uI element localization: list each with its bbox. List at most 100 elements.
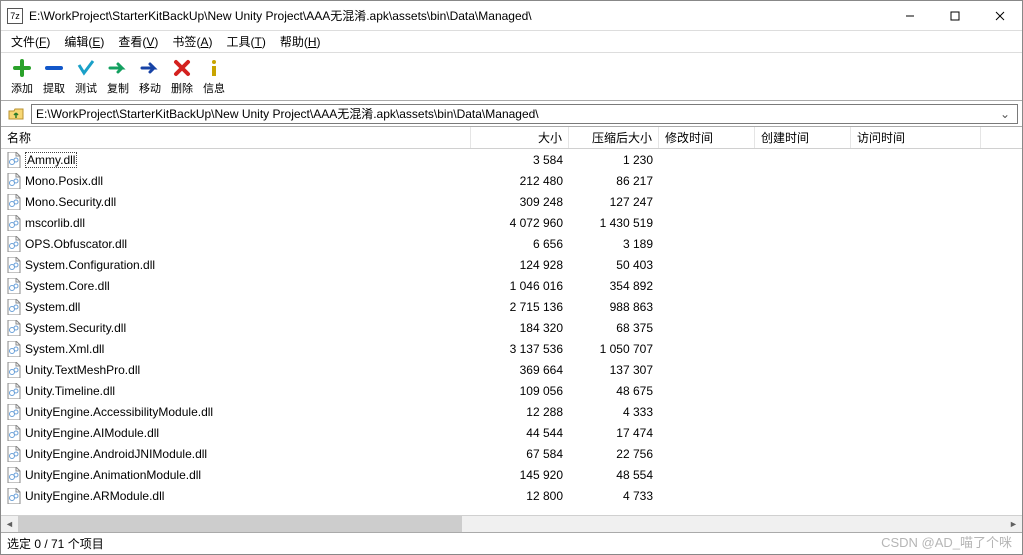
header-size[interactable]: 大小	[471, 127, 569, 148]
table-row[interactable]: Mono.Security.dll309 248127 247	[1, 191, 1022, 212]
cell-size: 2 715 136	[471, 300, 569, 314]
file-name: mscorlib.dll	[25, 216, 85, 230]
table-row[interactable]: System.dll 2 715 136988 863	[1, 296, 1022, 317]
cell-packed: 68 375	[569, 321, 659, 335]
info-button[interactable]: 信息	[201, 58, 227, 96]
table-row[interactable]: UnityEngine.ARModule.dll12 8004 733	[1, 485, 1022, 506]
cell-name: UnityEngine.AccessibilityModule.dll	[1, 404, 471, 420]
cell-packed: 86 217	[569, 174, 659, 188]
cell-name: System.Security.dll	[1, 320, 471, 336]
path-dropdown-icon[interactable]: ⌄	[997, 107, 1013, 121]
cell-name: Unity.TextMeshPro.dll	[1, 362, 471, 378]
cell-name: UnityEngine.AnimationModule.dll	[1, 467, 471, 483]
cell-name: System.Xml.dll	[1, 341, 471, 357]
copy-button[interactable]: 复制	[105, 58, 131, 96]
test-button[interactable]: 测试	[73, 58, 99, 96]
cell-name: UnityEngine.AIModule.dll	[1, 425, 471, 441]
add-button[interactable]: 添加	[9, 58, 35, 96]
menu-edit[interactable]: 编辑(E)	[58, 31, 110, 52]
move-arrow-icon	[140, 58, 160, 78]
file-name: UnityEngine.AIModule.dll	[25, 426, 159, 440]
cell-name: Unity.Timeline.dll	[1, 383, 471, 399]
window-title: E:\WorkProject\StarterKitBackUp\New Unit…	[29, 7, 887, 24]
header-created[interactable]: 创建时间	[755, 127, 851, 148]
file-name: System.Xml.dll	[25, 342, 104, 356]
delete-button[interactable]: 删除	[169, 58, 195, 96]
table-row[interactable]: Unity.Timeline.dll109 05648 675	[1, 380, 1022, 401]
delete-x-icon	[172, 58, 192, 78]
table-row[interactable]: UnityEngine.AnimationModule.dll145 92048…	[1, 464, 1022, 485]
titlebar: 7z E:\WorkProject\StarterKitBackUp\New U…	[1, 1, 1022, 31]
table-row[interactable]: System.Configuration.dll 124 92850 403	[1, 254, 1022, 275]
scroll-track[interactable]	[18, 516, 1005, 533]
cell-size: 369 664	[471, 363, 569, 377]
cell-packed: 48 554	[569, 468, 659, 482]
close-button[interactable]	[977, 1, 1022, 31]
file-name: System.Configuration.dll	[25, 258, 155, 272]
table-row[interactable]: System.Security.dll184 32068 375	[1, 317, 1022, 338]
menubar: 文件(F) 编辑(E) 查看(V) 书签(A) 工具(T) 帮助(H)	[1, 31, 1022, 53]
file-name: System.dll	[25, 300, 80, 314]
menu-help[interactable]: 帮助(H)	[274, 31, 327, 52]
cell-size: 109 056	[471, 384, 569, 398]
file-name: OPS.Obfuscator.dll	[25, 237, 127, 251]
menu-tools[interactable]: 工具(T)	[220, 31, 271, 52]
app-icon: 7z	[7, 8, 23, 24]
menu-file[interactable]: 文件(F)	[5, 31, 56, 52]
table-row[interactable]: UnityEngine.AndroidJNIModule.dll67 58422…	[1, 443, 1022, 464]
scroll-right-button[interactable]: ►	[1005, 516, 1022, 533]
cell-packed: 50 403	[569, 258, 659, 272]
scroll-left-button[interactable]: ◄	[1, 516, 18, 533]
table-row[interactable]: System.Core.dll1 046 016354 892	[1, 275, 1022, 296]
table-row[interactable]: UnityEngine.AccessibilityModule.dll12 28…	[1, 401, 1022, 422]
header-modified[interactable]: 修改时间	[659, 127, 755, 148]
file-name: Mono.Security.dll	[25, 195, 116, 209]
table-row[interactable]: mscorlib.dll4 072 9601 430 519	[1, 212, 1022, 233]
table-row[interactable]: System.Xml.dll3 137 5361 050 707	[1, 338, 1022, 359]
extract-button[interactable]: 提取	[41, 58, 67, 96]
table-row[interactable]: Mono.Posix.dll212 48086 217	[1, 170, 1022, 191]
cell-packed: 3 189	[569, 237, 659, 251]
menu-view[interactable]: 查看(V)	[112, 31, 164, 52]
table-row[interactable]: Ammy.dll3 5841 230	[1, 149, 1022, 170]
cell-size: 44 544	[471, 426, 569, 440]
move-button[interactable]: 移动	[137, 58, 163, 96]
cell-size: 12 288	[471, 405, 569, 419]
window-controls	[887, 1, 1022, 31]
cell-size: 124 928	[471, 258, 569, 272]
cell-packed: 4 333	[569, 405, 659, 419]
cell-name: OPS.Obfuscator.dll	[1, 236, 471, 252]
file-name: Ammy.dll	[25, 152, 77, 168]
cell-size: 3 137 536	[471, 342, 569, 356]
menu-bookmark[interactable]: 书签(A)	[166, 31, 218, 52]
file-name: UnityEngine.AndroidJNIModule.dll	[25, 447, 207, 461]
file-name: System.Core.dll	[25, 279, 110, 293]
cell-packed: 4 733	[569, 489, 659, 503]
horizontal-scrollbar[interactable]: ◄ ►	[1, 515, 1022, 532]
minimize-button[interactable]	[887, 1, 932, 31]
plus-icon	[12, 58, 32, 78]
maximize-button[interactable]	[932, 1, 977, 31]
folder-up-icon	[8, 106, 24, 122]
path-text: E:\WorkProject\StarterKitBackUp\New Unit…	[36, 105, 539, 122]
cell-packed: 988 863	[569, 300, 659, 314]
cell-name: mscorlib.dll	[1, 215, 471, 231]
status-text: 选定 0 / 71 个项目	[7, 535, 104, 552]
cell-name: System.dll	[1, 299, 471, 315]
header-accessed[interactable]: 访问时间	[851, 127, 981, 148]
scroll-thumb[interactable]	[18, 516, 462, 533]
table-row[interactable]: Unity.TextMeshPro.dll369 664137 307	[1, 359, 1022, 380]
app-window: 7z E:\WorkProject\StarterKitBackUp\New U…	[0, 0, 1023, 555]
file-listing: 名称 大小 压缩后大小 修改时间 创建时间 访问时间 Ammy.dll3 584…	[1, 127, 1022, 532]
table-row[interactable]: OPS.Obfuscator.dll6 6563 189	[1, 233, 1022, 254]
cell-name: Mono.Posix.dll	[1, 173, 471, 189]
header-packed[interactable]: 压缩后大小	[569, 127, 659, 148]
up-button[interactable]	[5, 104, 27, 124]
cell-packed: 48 675	[569, 384, 659, 398]
cell-size: 184 320	[471, 321, 569, 335]
path-input[interactable]: E:\WorkProject\StarterKitBackUp\New Unit…	[31, 104, 1018, 124]
header-name[interactable]: 名称	[1, 127, 471, 148]
minus-icon	[44, 58, 64, 78]
table-row[interactable]: UnityEngine.AIModule.dll44 54417 474	[1, 422, 1022, 443]
file-rows[interactable]: Ammy.dll3 5841 230Mono.Posix.dll212 4808…	[1, 149, 1022, 515]
